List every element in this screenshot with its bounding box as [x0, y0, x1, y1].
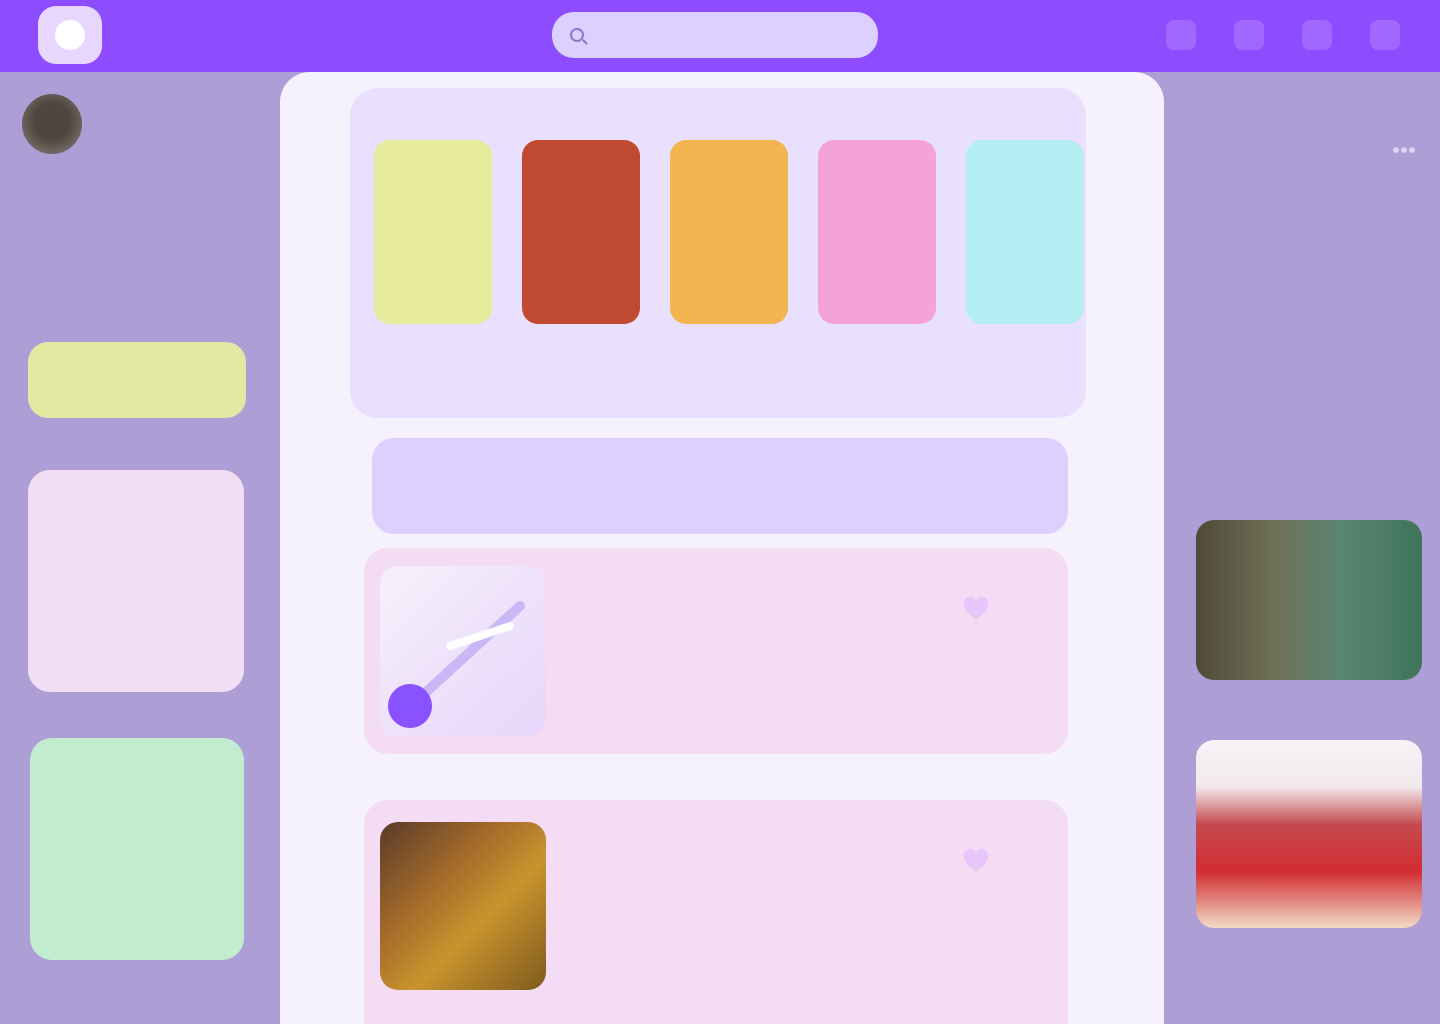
feed-post[interactable] [364, 548, 1068, 754]
story-card[interactable] [966, 140, 1084, 324]
right-sidebar [1178, 72, 1440, 1024]
story-card[interactable] [670, 140, 788, 324]
suggested-image[interactable] [1196, 740, 1422, 928]
heart-icon [963, 848, 989, 872]
avatar[interactable] [22, 94, 82, 154]
like-button[interactable] [956, 840, 996, 880]
suggested-image[interactable] [1196, 520, 1422, 680]
feed-post[interactable] [364, 800, 1068, 1024]
left-sidebar [0, 72, 270, 1024]
post-illustration[interactable] [380, 566, 546, 736]
stories-strip [350, 88, 1086, 418]
profile-summary[interactable] [22, 94, 100, 154]
story-card[interactable] [818, 140, 936, 324]
heart-icon [963, 596, 989, 620]
app-logo[interactable] [38, 6, 102, 64]
new-post-button[interactable] [28, 342, 246, 418]
search-bar[interactable] [552, 12, 878, 58]
green-info-card[interactable] [30, 738, 244, 960]
settings-icon[interactable] [1302, 20, 1332, 50]
like-button[interactable] [956, 588, 996, 628]
profile-icon[interactable] [1370, 20, 1400, 50]
more-icon [1393, 147, 1415, 153]
top-bar [0, 0, 1440, 72]
top-icon-group [1166, 20, 1400, 50]
search-icon [570, 28, 584, 42]
pink-info-card[interactable] [28, 470, 244, 692]
pencil-illustration-icon [388, 601, 525, 728]
more-options-button[interactable] [1384, 130, 1424, 170]
message-icon[interactable] [1234, 20, 1264, 50]
post-photo[interactable] [380, 822, 546, 990]
post-composer[interactable] [372, 438, 1068, 534]
story-card[interactable] [374, 140, 492, 324]
logo-mark-icon [55, 20, 85, 50]
notification-icon[interactable] [1166, 20, 1196, 50]
right-panel-header [1196, 130, 1424, 170]
story-card[interactable] [522, 140, 640, 324]
